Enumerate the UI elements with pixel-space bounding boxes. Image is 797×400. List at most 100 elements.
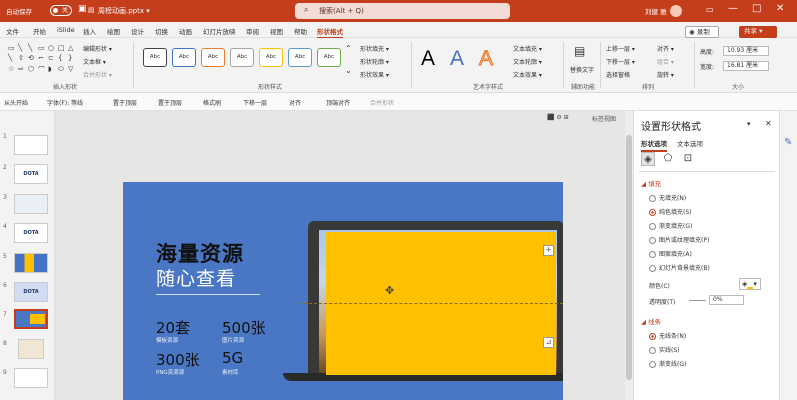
wordart-blue[interactable]: A	[450, 47, 464, 71]
size-properties-icon[interactable]: ⊡	[681, 152, 695, 166]
pane-dropdown-icon[interactable]: ▾	[747, 120, 751, 128]
shape-hexagon-icon[interactable]: ⬡	[28, 65, 37, 76]
layout-options-icon[interactable]: ⊿	[543, 337, 554, 348]
brush-icon[interactable]: ✎	[784, 137, 792, 148]
gallery-scroll-icon[interactable]: ⌃	[345, 44, 352, 53]
shape-fill-button[interactable]: 形状填充 ▾	[360, 44, 389, 53]
slide-thumbnail-2[interactable]: DOTA	[14, 164, 48, 184]
stat-value[interactable]: 500张	[222, 317, 266, 338]
rotate-button[interactable]: 旋转 ▾	[657, 70, 674, 79]
pane-close-icon[interactable]: ✕	[765, 119, 772, 128]
shape-ellipse-icon[interactable]: ⬭	[58, 65, 67, 76]
text-effect-button[interactable]: 文本效果 ▾	[513, 70, 542, 79]
edit-shape-button[interactable]: 编辑形状 ▾	[83, 44, 112, 53]
shape-arrow-icon[interactable]: ⇧	[18, 54, 27, 63]
shape-outline-button[interactable]: 形状轮廓 ▾	[360, 57, 389, 66]
shape-bracket-icon[interactable]: ⊂	[48, 54, 57, 63]
shape-curve-icon[interactable]: ⟲	[28, 54, 37, 63]
shape-triangle-icon[interactable]: △	[68, 44, 77, 53]
canvas-tool-icons[interactable]: ⬛ ⚙ ⊞	[547, 114, 569, 121]
bring-to-front-button[interactable]: 置于顶层	[158, 98, 182, 107]
fill-none-radio[interactable]: 无填充(N)	[649, 193, 686, 202]
fill-color-picker[interactable]: ◈ ▾	[739, 278, 761, 290]
shape-style-7[interactable]: Abc	[317, 48, 341, 67]
shape-arrow-icon[interactable]: ⇨	[18, 65, 27, 76]
align-top-button[interactable]: 顶端对齐	[326, 98, 350, 107]
stat-value[interactable]: 300张	[156, 349, 200, 370]
fill-gradient-radio[interactable]: 渐变填充(G)	[649, 221, 692, 230]
group-button[interactable]: 组合 ▾	[657, 57, 674, 66]
transparency-input[interactable]: 0%	[709, 295, 744, 305]
shape-effect-button[interactable]: 形状效果 ▾	[360, 70, 389, 79]
shape-brace-icon[interactable]: }	[68, 54, 77, 63]
shape-gallery[interactable]: ▭ ╲ ╲ ▭ ○ □ △ ╲ ⇧ ⟲ ⌐ ⊂ { } ☆ ⇨ ⬡ ⌒ ◗ ⬭ …	[8, 44, 76, 76]
shape-line-icon[interactable]: ╲	[28, 44, 37, 53]
shape-style-3[interactable]: Abc	[201, 48, 225, 67]
selection-pane-button[interactable]: 选择窗格	[606, 70, 630, 79]
ribbon-display-icon[interactable]: ▭	[706, 5, 714, 14]
wordart-black[interactable]: A	[421, 47, 435, 71]
align-button[interactable]: 对齐 ▾	[657, 44, 674, 53]
tab-file[interactable]: 文件	[6, 26, 19, 36]
save-icon[interactable]: ▣	[78, 4, 87, 14]
tab-help[interactable]: 帮助	[294, 26, 307, 36]
slide-thumbnail-3[interactable]	[14, 194, 48, 214]
line-gradient-radio[interactable]: 渐变线(G)	[649, 359, 686, 368]
tab-draw[interactable]: 绘图	[107, 26, 120, 36]
shape-style-4[interactable]: Abc	[230, 48, 254, 67]
shape-square-icon[interactable]: □	[58, 44, 67, 53]
tab-design[interactable]: 设计	[131, 26, 144, 36]
align-menu-button[interactable]: 对齐	[289, 98, 301, 107]
height-input[interactable]: 10.93 厘米	[723, 46, 769, 56]
add-icon[interactable]: +	[543, 245, 554, 256]
fill-picture-radio[interactable]: 图片或纹理填充(P)	[649, 235, 709, 244]
fill-line-icon[interactable]: ◈	[641, 152, 655, 166]
avatar[interactable]	[670, 5, 682, 17]
gallery-more-icon[interactable]: ⌄	[345, 66, 352, 75]
maximize-button[interactable]: □	[752, 3, 761, 14]
effects-icon[interactable]: ⬠	[661, 152, 675, 166]
shape-line-icon[interactable]: ╲	[8, 54, 17, 63]
width-input[interactable]: 16.81 厘米	[723, 61, 769, 71]
line-solid-radio[interactable]: 实线(S)	[649, 345, 680, 354]
shape-style-2[interactable]: Abc	[172, 48, 196, 67]
bring-forward-button[interactable]: 上移一层 ▾	[606, 44, 635, 53]
shape-line-icon[interactable]: ╲	[18, 44, 27, 53]
text-fill-button[interactable]: 文本填充 ▾	[513, 44, 542, 53]
fill-background-radio[interactable]: 幻灯片背景填充(B)	[649, 263, 710, 272]
slide-thumbnail-5[interactable]	[14, 253, 48, 273]
user-name[interactable]: 刘健 雅	[645, 6, 667, 16]
shape-arc-icon[interactable]: ⌒	[38, 65, 47, 76]
from-start-button[interactable]: 从头开始	[4, 98, 28, 107]
slide-subheading[interactable]: 随心查看	[156, 264, 236, 291]
tab-review[interactable]: 审阅	[246, 26, 259, 36]
tab-view[interactable]: 视图	[270, 26, 283, 36]
search-box[interactable]: ⌕ 搜索(Alt + Q)	[295, 3, 510, 19]
shape-star-icon[interactable]: ☆	[8, 65, 17, 76]
bring-to-top-button[interactable]: 置于顶层	[113, 98, 137, 107]
shape-corner-icon[interactable]: ⌐	[38, 54, 47, 63]
shape-rect-icon[interactable]: ▭	[8, 44, 17, 53]
line-none-radio[interactable]: 无线条(N)	[649, 331, 686, 340]
shape-moon-icon[interactable]: ◗	[48, 65, 57, 76]
slide-thumbnail-9[interactable]	[14, 368, 48, 388]
merge-shapes-quick-button[interactable]: 合并形状	[370, 98, 394, 107]
stat-value[interactable]: 5G	[222, 349, 243, 367]
slide-thumbnail-7[interactable]	[14, 309, 48, 329]
record-button[interactable]: ◉ 录制	[685, 26, 719, 38]
line-section[interactable]: ◢ 线条	[641, 316, 661, 326]
tab-shape-options[interactable]: 形状选项	[641, 138, 667, 152]
scrollbar-thumb[interactable]	[626, 135, 632, 380]
close-button[interactable]: ✕	[776, 3, 784, 14]
fill-section[interactable]: ◢ 填充	[641, 178, 661, 188]
send-backward-button[interactable]: 下移一层 ▾	[606, 57, 635, 66]
font-select[interactable]: 字体(F): 等线	[47, 98, 83, 107]
tab-slideshow[interactable]: 幻灯片放映	[203, 26, 236, 36]
transparency-slider[interactable]	[689, 300, 706, 301]
label-view-button[interactable]: 标签视图	[592, 114, 616, 123]
tab-animations[interactable]: 动画	[179, 26, 192, 36]
alt-text-button[interactable]: 替换文字	[570, 65, 594, 74]
wordart-orange[interactable]: A	[478, 47, 493, 71]
autosave-toggle[interactable]: 关	[50, 5, 72, 16]
stat-value[interactable]: 20套	[156, 317, 190, 338]
